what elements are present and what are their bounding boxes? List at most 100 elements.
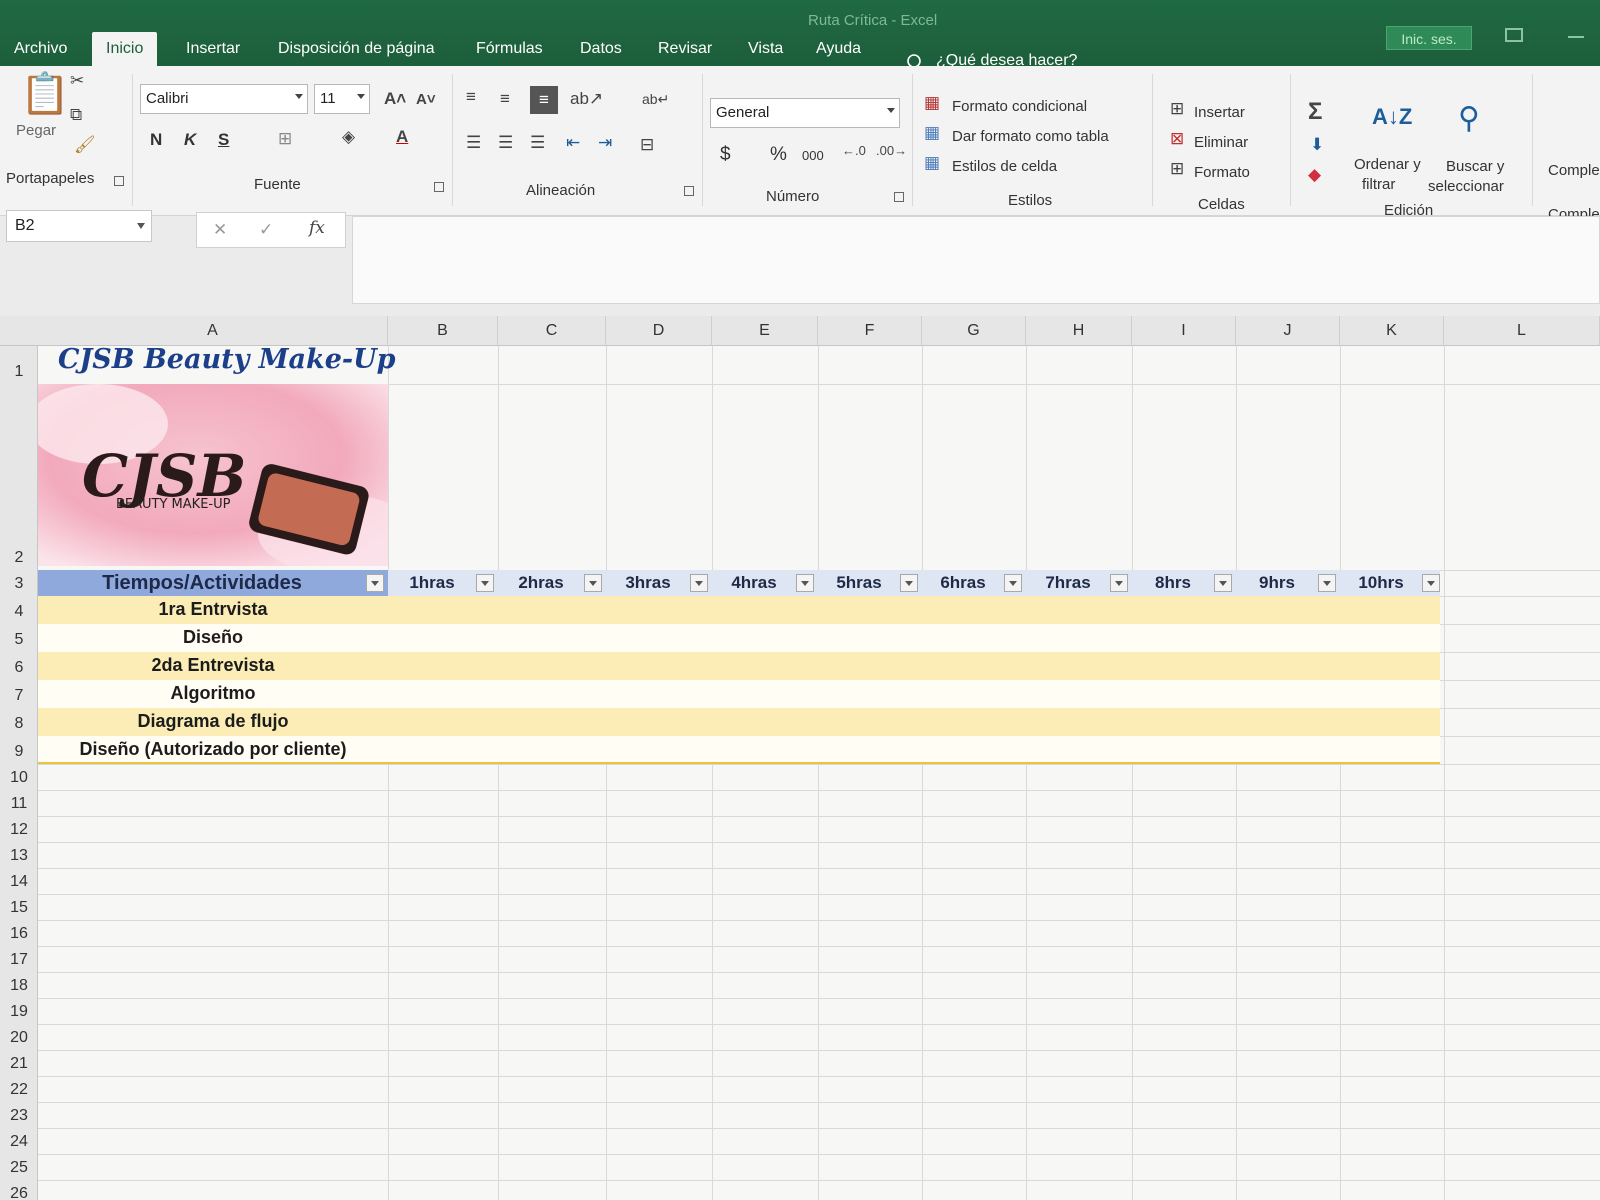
row-header-1[interactable]: 1: [0, 360, 38, 384]
activity-cell[interactable]: Diagrama de flujo: [38, 711, 388, 732]
row-header-18[interactable]: 18: [0, 974, 38, 998]
column-header-l[interactable]: L: [1444, 316, 1600, 346]
cell-a1-title[interactable]: CJSB Beauty Make-Up: [58, 344, 396, 375]
number-format-select[interactable]: General: [710, 98, 900, 128]
activity-cell[interactable]: Diseño (Autorizado por cliente): [38, 739, 388, 760]
align-middle-icon[interactable]: ≡: [500, 90, 510, 107]
tab-formulas[interactable]: Fórmulas: [462, 32, 557, 66]
autosum-icon[interactable]: Σ: [1308, 100, 1322, 124]
borders-icon[interactable]: ⊞: [278, 130, 292, 147]
column-header-e[interactable]: E: [712, 316, 818, 346]
column-header-h[interactable]: H: [1026, 316, 1132, 346]
column-header-g[interactable]: G: [922, 316, 1026, 346]
filter-dropdown-icon[interactable]: [690, 574, 708, 592]
table-header-4[interactable]: 4hras: [712, 570, 796, 596]
format-cells-button[interactable]: Formato: [1194, 164, 1250, 181]
row-header-21[interactable]: 21: [0, 1052, 38, 1076]
row-header-24[interactable]: 24: [0, 1130, 38, 1154]
tab-disposicion[interactable]: Disposición de página: [264, 32, 449, 66]
tab-insertar[interactable]: Insertar: [172, 32, 254, 66]
format-as-table-icon[interactable]: ▦: [924, 124, 940, 141]
cell-styles-icon[interactable]: ▦: [924, 154, 940, 171]
thousands-button[interactable]: 000: [802, 148, 824, 163]
fuente-launcher-icon[interactable]: [434, 182, 444, 192]
enter-icon[interactable]: ✓: [259, 221, 273, 238]
company-logo[interactable]: CJSB BEAUTY MAKE-UP: [38, 384, 388, 566]
tab-inicio[interactable]: Inicio: [92, 32, 158, 66]
tab-revisar[interactable]: Revisar: [644, 32, 726, 66]
column-header-b[interactable]: B: [388, 316, 498, 346]
column-header-j[interactable]: J: [1236, 316, 1340, 346]
tab-ayuda[interactable]: Ayuda: [802, 32, 875, 66]
row-header-19[interactable]: 19: [0, 1000, 38, 1024]
activity-cell[interactable]: 1ra Entrvista: [38, 599, 388, 620]
find-select-label-1[interactable]: Buscar y: [1446, 158, 1504, 175]
conditional-format-button[interactable]: Formato condicional: [952, 98, 1087, 115]
row-header-14[interactable]: 14: [0, 870, 38, 894]
row-header-3[interactable]: 3: [0, 572, 38, 596]
filter-dropdown-icon[interactable]: [1110, 574, 1128, 592]
format-as-table-button[interactable]: Dar formato como tabla: [952, 128, 1109, 145]
fill-icon[interactable]: ⬇: [1310, 136, 1324, 153]
wrap-text-icon[interactable]: ab↵: [642, 92, 669, 106]
row-header-2[interactable]: 2: [0, 546, 38, 570]
delete-cells-icon[interactable]: ⊠: [1170, 130, 1184, 147]
table-header-6[interactable]: 6hras: [922, 570, 1004, 596]
filter-dropdown-icon[interactable]: [796, 574, 814, 592]
conditional-format-icon[interactable]: ▦: [924, 94, 940, 111]
table-header-0[interactable]: Tiempos/Actividades: [38, 570, 366, 596]
tab-datos[interactable]: Datos: [566, 32, 636, 66]
align-right-icon[interactable]: ☰: [530, 134, 545, 151]
sign-in-button[interactable]: Inic. ses.: [1386, 26, 1472, 50]
table-header-8[interactable]: 8hrs: [1132, 570, 1214, 596]
tab-archivo[interactable]: Archivo: [0, 32, 81, 66]
insert-cells-button[interactable]: Insertar: [1194, 104, 1245, 121]
row-header-5[interactable]: 5: [0, 628, 38, 652]
table-header-9[interactable]: 9hrs: [1236, 570, 1318, 596]
orientation-icon[interactable]: ab↗: [570, 90, 603, 107]
cancel-icon[interactable]: ✕: [213, 221, 227, 238]
portapapeles-launcher-icon[interactable]: [114, 176, 124, 186]
activity-cell[interactable]: Diseño: [38, 627, 388, 648]
decrease-indent-icon[interactable]: ⇤: [566, 134, 580, 151]
activity-cell[interactable]: 2da Entrevista: [38, 655, 388, 676]
addins-button[interactable]: Comple: [1548, 162, 1600, 179]
row-header-11[interactable]: 11: [0, 792, 38, 816]
currency-button[interactable]: $: [720, 144, 731, 166]
copy-icon[interactable]: ⧉: [70, 106, 82, 123]
find-select-icon[interactable]: ⚲: [1458, 104, 1480, 134]
sort-filter-icon[interactable]: A↓Z: [1372, 106, 1412, 128]
align-center-icon[interactable]: ☰: [498, 134, 513, 151]
format-cells-icon[interactable]: ⊞: [1170, 160, 1184, 177]
name-box[interactable]: B2: [6, 210, 152, 242]
align-bottom-icon[interactable]: ≡: [530, 86, 558, 114]
formula-input[interactable]: [352, 216, 1600, 304]
percent-button[interactable]: %: [770, 144, 787, 166]
filter-dropdown-icon[interactable]: [476, 574, 494, 592]
sort-filter-label-1[interactable]: Ordenar y: [1354, 156, 1421, 173]
tab-vista[interactable]: Vista: [734, 32, 797, 66]
column-header-c[interactable]: C: [498, 316, 606, 346]
format-painter-icon[interactable]: 🖌: [74, 136, 96, 153]
activity-cell[interactable]: Algoritmo: [38, 683, 388, 704]
shrink-font-icon[interactable]: A˅: [416, 92, 436, 107]
filter-dropdown-icon[interactable]: [366, 574, 384, 592]
row-header-20[interactable]: 20: [0, 1026, 38, 1050]
increase-indent-icon[interactable]: ⇥: [598, 134, 612, 151]
filter-dropdown-icon[interactable]: [1422, 574, 1440, 592]
italic-button[interactable]: K: [184, 130, 196, 150]
table-header-3[interactable]: 3hras: [606, 570, 690, 596]
fill-color-icon[interactable]: ◈: [342, 128, 355, 145]
filter-dropdown-icon[interactable]: [1318, 574, 1336, 592]
table-header-5[interactable]: 5hras: [818, 570, 900, 596]
row-header-15[interactable]: 15: [0, 896, 38, 920]
filter-dropdown-icon[interactable]: [900, 574, 918, 592]
align-left-icon[interactable]: ☰: [466, 134, 481, 151]
minimize-icon[interactable]: [1568, 36, 1584, 38]
row-header-4[interactable]: 4: [0, 600, 38, 624]
row-header-9[interactable]: 9: [0, 740, 38, 764]
column-header-a[interactable]: A: [38, 316, 388, 346]
column-header-k[interactable]: K: [1340, 316, 1444, 346]
column-header-f[interactable]: F: [818, 316, 922, 346]
cut-icon[interactable]: ✂: [70, 72, 84, 89]
